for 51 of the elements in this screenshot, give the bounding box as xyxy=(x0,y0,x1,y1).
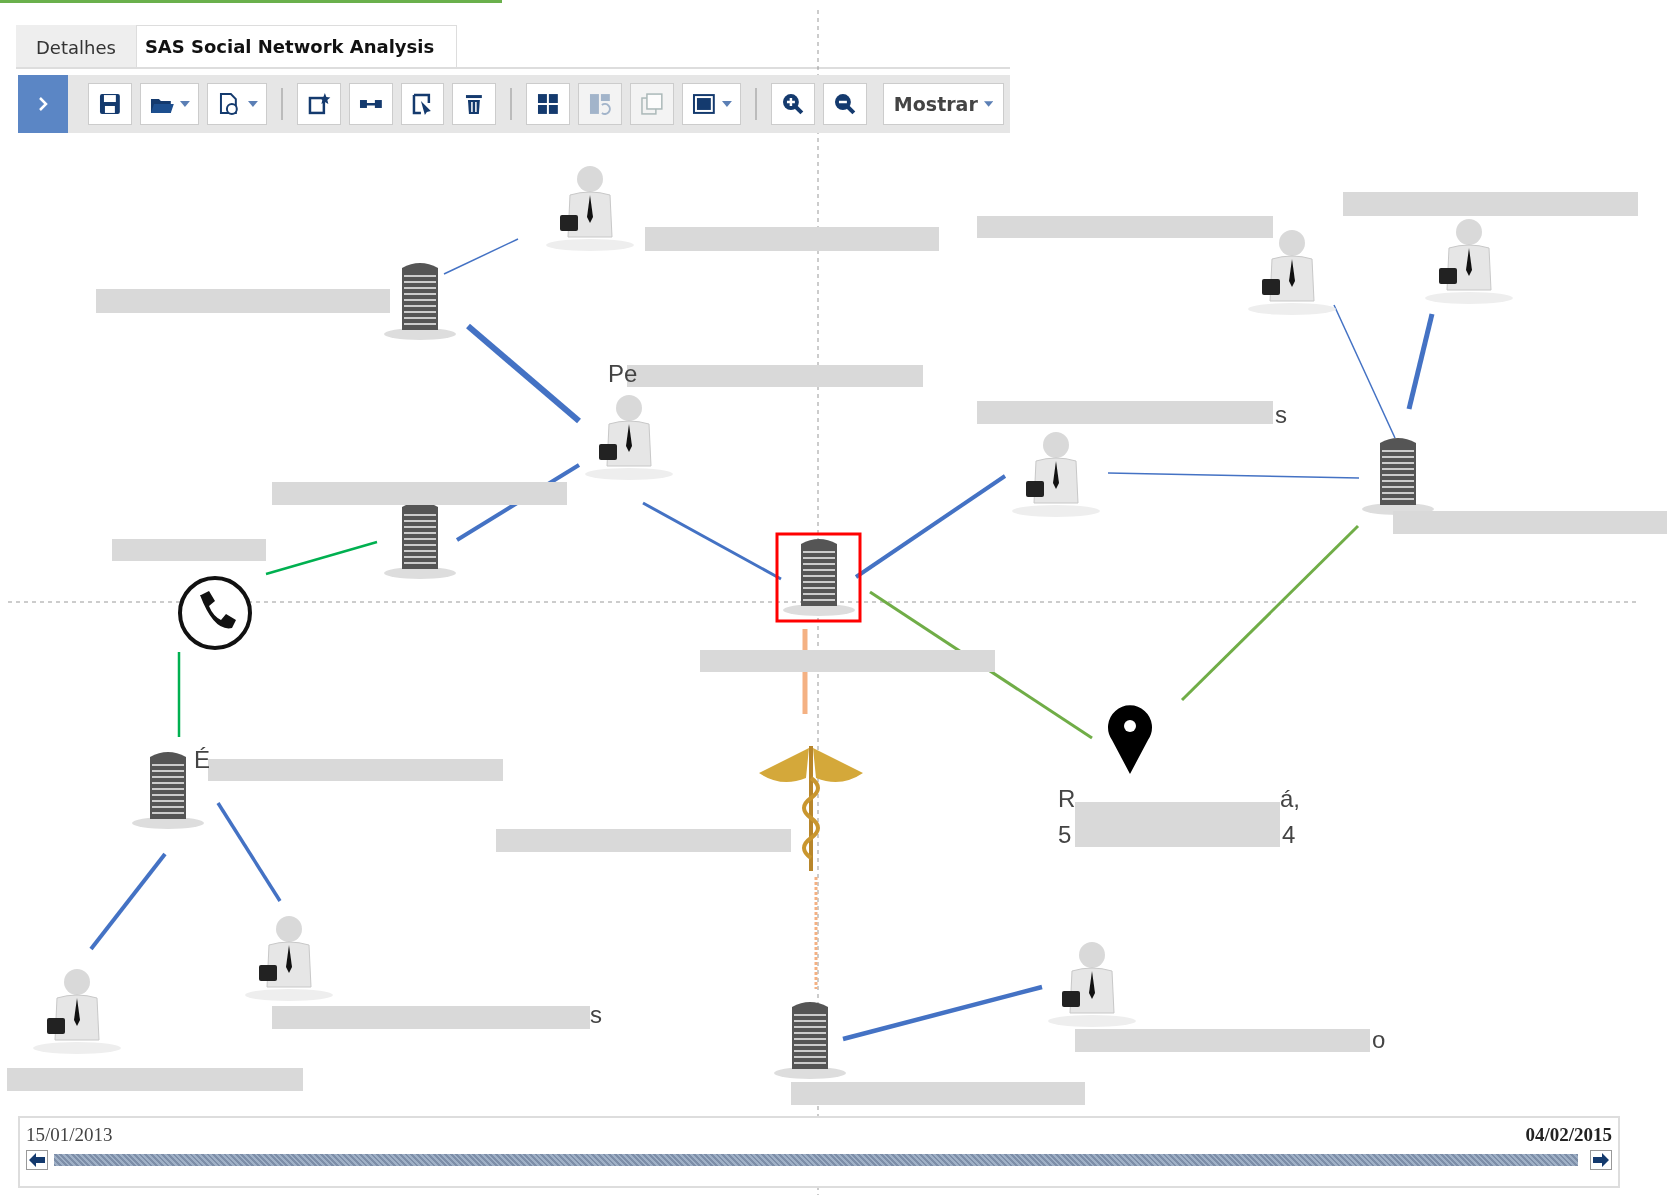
caret-icon xyxy=(180,101,191,107)
show-menu-button[interactable]: Mostrar xyxy=(882,83,1005,125)
toolbar-button[interactable] xyxy=(296,83,341,125)
tab[interactable]: SAS Social Network Analysis xyxy=(135,25,458,67)
person-icon[interactable] xyxy=(546,166,634,251)
node-label: 5 xyxy=(1058,823,1072,847)
node-label: Pe xyxy=(608,362,638,386)
toolbar-icon xyxy=(832,91,858,117)
caret-icon xyxy=(722,101,733,107)
building-icon[interactable] xyxy=(384,502,456,579)
toolbar-button[interactable] xyxy=(87,83,132,125)
map-pin-icon[interactable] xyxy=(1108,705,1152,774)
caret-icon xyxy=(983,101,994,107)
caret-icon xyxy=(248,101,258,107)
node-label: 4 xyxy=(1282,823,1296,847)
person-icon[interactable] xyxy=(585,395,673,480)
building-icon[interactable] xyxy=(774,1002,846,1079)
person-icon[interactable] xyxy=(245,916,333,1001)
node-label: s xyxy=(1275,403,1287,427)
toolbar-button[interactable] xyxy=(139,83,200,125)
left-arrow-icon[interactable] xyxy=(26,1150,48,1170)
start-date: 15/01/2013 xyxy=(26,1124,113,1146)
person-icon[interactable] xyxy=(1248,230,1336,315)
toolbar-button[interactable] xyxy=(681,83,742,125)
person-icon[interactable] xyxy=(33,969,121,1054)
toolbar-button[interactable] xyxy=(207,83,267,125)
node-label: s xyxy=(590,1003,602,1027)
caduceus-icon[interactable] xyxy=(759,746,863,871)
toolbar-button[interactable] xyxy=(526,83,570,125)
building-icon[interactable] xyxy=(775,532,862,623)
building-icon[interactable] xyxy=(1362,438,1434,515)
toolbar-icon xyxy=(535,91,561,117)
toolbar-button[interactable] xyxy=(348,83,393,125)
end-date: 04/02/2015 xyxy=(1525,1124,1612,1146)
node-label: á, xyxy=(1280,787,1300,811)
node-label: É xyxy=(194,748,210,772)
toolbar-button[interactable] xyxy=(771,83,816,125)
node-label: R xyxy=(1058,787,1076,811)
building-icon[interactable] xyxy=(384,263,456,340)
right-arrow-icon[interactable] xyxy=(1590,1150,1612,1170)
person-icon[interactable] xyxy=(1425,219,1513,304)
toolbar-button[interactable] xyxy=(452,83,497,125)
tab[interactable]: Detalhes xyxy=(16,25,136,67)
person-icon[interactable] xyxy=(1012,432,1100,517)
person-icon[interactable] xyxy=(1048,942,1136,1027)
toolbar-icon xyxy=(638,91,665,117)
toolbar-icon xyxy=(690,91,717,117)
toolbar-button[interactable] xyxy=(400,83,445,125)
node-label: o xyxy=(1372,1028,1386,1052)
phone-icon[interactable] xyxy=(178,576,252,650)
toolbar-button[interactable] xyxy=(823,83,867,125)
